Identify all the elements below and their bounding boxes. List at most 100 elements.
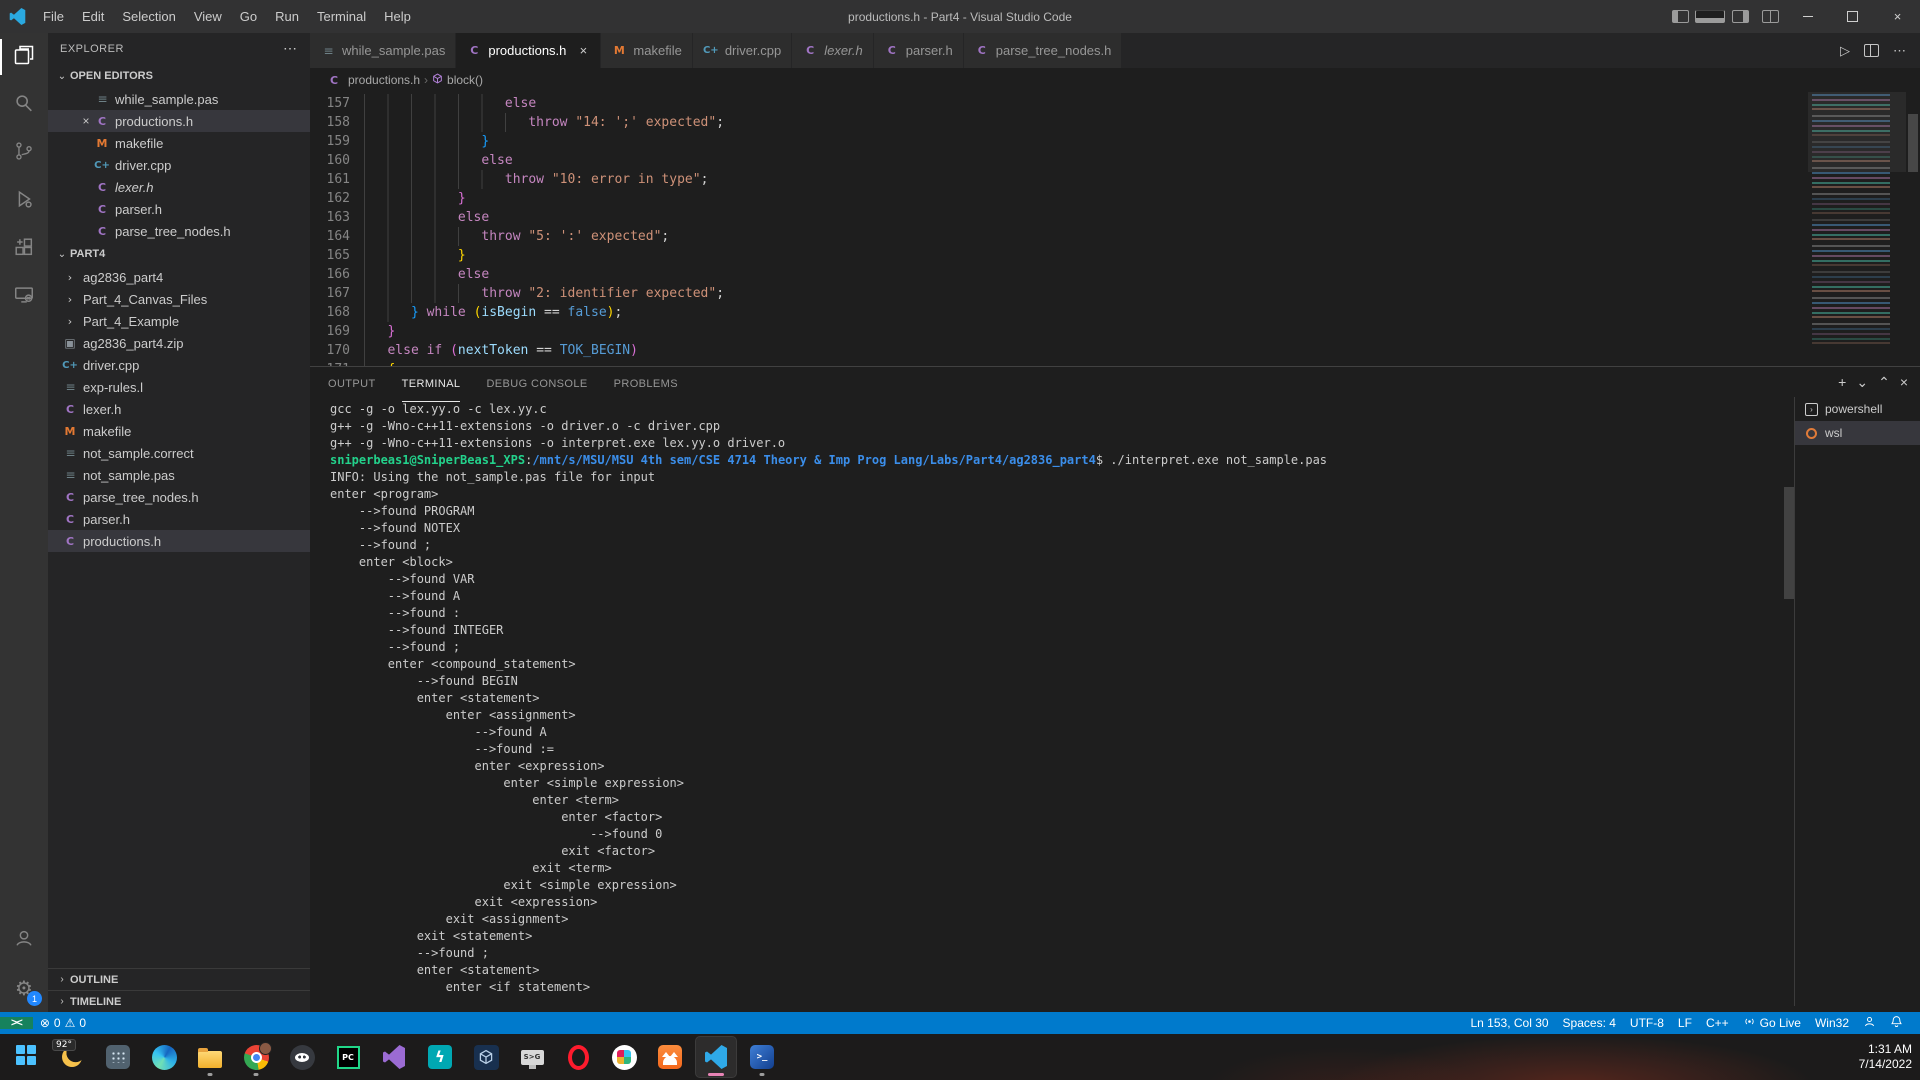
weather-taskbar-button[interactable]: 92° <box>52 1037 92 1077</box>
menu-view[interactable]: View <box>185 0 231 33</box>
file-item[interactable]: ▣ag2836_part4.zip <box>48 332 310 354</box>
opera-taskbar-button[interactable] <box>558 1037 598 1077</box>
vscode-taskbar-button[interactable] <box>696 1037 736 1077</box>
file-item[interactable]: Cproductions.h <box>48 530 310 552</box>
editor-scrollbar-thumb[interactable] <box>1908 114 1918 172</box>
open-editor-item[interactable]: ≡while_sample.pas <box>48 88 310 110</box>
tab-driver.cpp[interactable]: C+driver.cpp <box>693 33 792 68</box>
panel-tab-problems[interactable]: PROBLEMS <box>614 367 678 402</box>
open-editor-item[interactable]: C+driver.cpp <box>48 154 310 176</box>
file-item[interactable]: ≡not_sample.pas <box>48 464 310 486</box>
activity-search-button[interactable] <box>0 81 48 129</box>
menu-file[interactable]: File <box>34 0 73 33</box>
problems-indicator[interactable]: ⊗ 0 ⚠ 0 <box>33 1016 93 1030</box>
more-actions-button[interactable]: ⋯ <box>1893 43 1906 59</box>
menu-selection[interactable]: Selection <box>113 0 184 33</box>
new-terminal-button[interactable]: + <box>1838 375 1846 389</box>
edge-taskbar-button[interactable] <box>144 1037 184 1077</box>
status-language-mode[interactable]: C++ <box>1699 1016 1736 1030</box>
status-notifications[interactable] <box>1883 1015 1910 1031</box>
open-editor-item[interactable]: Clexer.h <box>48 176 310 198</box>
file-item[interactable]: ≡exp-rules.l <box>48 376 310 398</box>
maximize-panel-button[interactable]: ⌃ <box>1878 375 1890 389</box>
tab-makefile[interactable]: Mmakefile <box>601 33 692 68</box>
file-item[interactable]: ≡not_sample.correct <box>48 442 310 464</box>
close-panel-button[interactable]: × <box>1900 375 1908 389</box>
file-explorer-taskbar-button[interactable] <box>190 1037 230 1077</box>
chrome-taskbar-button[interactable] <box>236 1037 276 1077</box>
activity-remote-explorer-button[interactable] <box>0 273 48 321</box>
activity-run-and-debug-button[interactable] <box>0 177 48 225</box>
remote-indicator[interactable]: >< <box>0 1017 33 1029</box>
file-item[interactable]: Mmakefile <box>48 420 310 442</box>
breadcrumb-symbol[interactable]: block() <box>447 73 483 87</box>
calendar-taskbar-button[interactable] <box>98 1037 138 1077</box>
outline-section-header[interactable]: › OUTLINE <box>48 968 310 990</box>
tab-while_sample.pas[interactable]: ≡while_sample.pas <box>310 33 456 68</box>
status-platform[interactable]: Win32 <box>1808 1016 1856 1030</box>
close-tab-icon[interactable]: × <box>576 43 590 58</box>
status-go-live[interactable]: Go Live <box>1736 1015 1808 1031</box>
file-item[interactable]: Cparser.h <box>48 508 310 530</box>
run-button[interactable]: ▷ <box>1840 43 1850 59</box>
minimap-slider[interactable] <box>1808 92 1906 172</box>
virtualbox-taskbar-button[interactable] <box>466 1037 506 1077</box>
file-item[interactable]: C+driver.cpp <box>48 354 310 376</box>
monitor-app-taskbar-button[interactable]: S>G <box>512 1037 552 1077</box>
terminal-instance-wsl[interactable]: wsl <box>1794 421 1920 445</box>
status-indentation[interactable]: Spaces: 4 <box>1556 1016 1623 1030</box>
tab-parse_tree_nodes.h[interactable]: Cparse_tree_nodes.h <box>964 33 1123 68</box>
open-editor-item[interactable]: ×Cproductions.h <box>48 110 310 132</box>
toggle-primary-sidebar-button[interactable] <box>1665 0 1695 33</box>
menu-terminal[interactable]: Terminal <box>308 0 375 33</box>
open-editors-header[interactable]: ⌄ OPEN EDITORS <box>48 64 310 88</box>
maximize-button[interactable] <box>1830 0 1875 33</box>
taskbar-clock[interactable]: 1:31 AM 7/14/2022 <box>1859 1034 1912 1080</box>
folder-item[interactable]: ›ag2836_part4 <box>48 266 310 288</box>
explorer-more-actions-button[interactable]: ⋯ <box>283 40 298 57</box>
breadcrumb-file[interactable]: productions.h <box>348 73 420 87</box>
orange-app-taskbar-button[interactable] <box>650 1037 690 1077</box>
file-item[interactable]: Clexer.h <box>48 398 310 420</box>
toggle-secondary-sidebar-button[interactable] <box>1725 0 1755 33</box>
pycharm-taskbar-button[interactable]: PC <box>328 1037 368 1077</box>
editor-scrollbar[interactable] <box>1906 92 1920 366</box>
visual-studio-taskbar-button[interactable] <box>374 1037 414 1077</box>
toggle-panel-button[interactable] <box>1695 0 1725 33</box>
file-item[interactable]: Cparse_tree_nodes.h <box>48 486 310 508</box>
menu-help[interactable]: Help <box>375 0 420 33</box>
project-section-header[interactable]: ⌄ PART4 <box>48 242 310 266</box>
activity-source-control-button[interactable] <box>0 129 48 177</box>
split-editor-button[interactable] <box>1864 44 1879 57</box>
panel-tab-output[interactable]: OUTPUT <box>328 367 376 402</box>
breadcrumb[interactable]: C productions.h › block() <box>310 68 1920 92</box>
windows-terminal-taskbar-button[interactable]: >_ <box>742 1037 782 1077</box>
menu-edit[interactable]: Edit <box>73 0 113 33</box>
menu-run[interactable]: Run <box>266 0 308 33</box>
terminal-output[interactable]: gcc -g -o lex.yy.o -c lex.yy.cg++ -g -Wn… <box>310 401 1794 1012</box>
panel-tab-debug-console[interactable]: DEBUG CONSOLE <box>486 367 587 402</box>
minimap[interactable] <box>1808 92 1906 364</box>
terminal-scrollbar-thumb[interactable] <box>1784 487 1794 599</box>
slack-taskbar-button[interactable] <box>604 1037 644 1077</box>
open-editor-item[interactable]: Mmakefile <box>48 132 310 154</box>
tab-productions.h[interactable]: Cproductions.h× <box>456 33 601 68</box>
status-cursor-position[interactable]: Ln 153, Col 30 <box>1463 1016 1555 1030</box>
status-encoding[interactable]: UTF-8 <box>1623 1016 1671 1030</box>
menu-go[interactable]: Go <box>231 0 266 33</box>
open-editor-item[interactable]: Cparse_tree_nodes.h <box>48 220 310 242</box>
terminal-instance-powershell[interactable]: ›powershell <box>1794 397 1920 421</box>
start-taskbar-button[interactable] <box>6 1037 46 1077</box>
status-eol-sequence[interactable]: LF <box>1671 1016 1699 1030</box>
timeline-section-header[interactable]: › TIMELINE <box>48 990 310 1012</box>
discord-taskbar-button[interactable] <box>282 1037 322 1077</box>
open-editor-item[interactable]: Cparser.h <box>48 198 310 220</box>
code-editor[interactable]: 157else158throw "14: ';' expected";159}1… <box>310 92 1920 366</box>
folder-item[interactable]: ›Part_4_Example <box>48 310 310 332</box>
folder-item[interactable]: ›Part_4_Canvas_Files <box>48 288 310 310</box>
customize-layout-button[interactable] <box>1755 0 1785 33</box>
lightning-app-taskbar-button[interactable]: ϟ <box>420 1037 460 1077</box>
tab-parser.h[interactable]: Cparser.h <box>874 33 964 68</box>
status-feedback[interactable] <box>1856 1015 1883 1031</box>
activity-settings-button[interactable]: ⚙1 <box>0 964 48 1012</box>
